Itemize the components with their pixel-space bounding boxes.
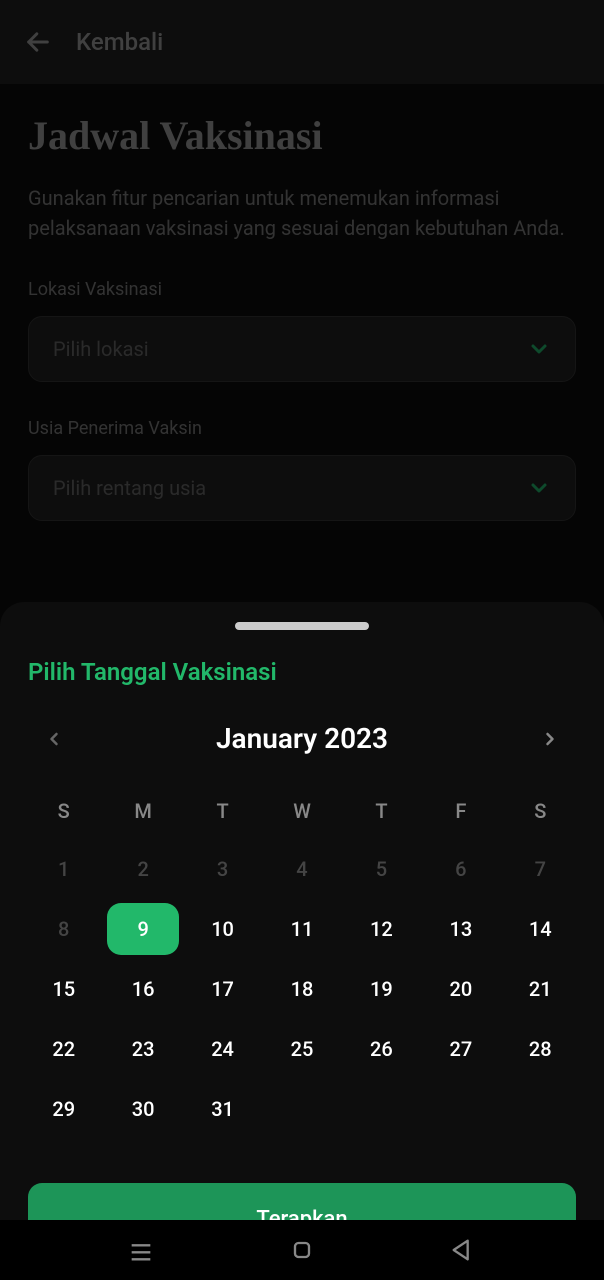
day-cell[interactable]: 15 [28,963,99,1015]
day-cell[interactable]: 12 [346,903,417,955]
system-nav-bar [0,1220,604,1280]
day-cell: 7 [505,843,576,895]
day-cell[interactable]: 26 [346,1023,417,1075]
day-header: T [346,787,417,835]
day-cell[interactable]: 17 [187,963,258,1015]
day-cell: 6 [425,843,496,895]
day-header: F [425,787,496,835]
day-cell[interactable]: 25 [266,1023,337,1075]
sheet-title: Pilih Tanggal Vaksinasi [28,658,576,686]
drag-handle[interactable] [235,622,369,630]
day-cell[interactable]: 20 [425,963,496,1015]
day-cell[interactable]: 24 [187,1023,258,1075]
day-cell: 2 [107,843,178,895]
day-cell: 1 [28,843,99,895]
day-cell[interactable]: 27 [425,1023,496,1075]
day-cell[interactable]: 9 [107,903,178,955]
day-cell[interactable]: 30 [107,1083,178,1135]
day-cell[interactable]: 11 [266,903,337,955]
day-header: T [187,787,258,835]
day-header: M [107,787,178,835]
day-header: S [28,787,99,835]
day-cell[interactable]: 13 [425,903,496,955]
day-header: W [266,787,337,835]
prev-month-button[interactable] [44,729,64,749]
back-nav-icon[interactable] [449,1236,477,1264]
day-cell[interactable]: 19 [346,963,417,1015]
day-cell[interactable]: 28 [505,1023,576,1075]
calendar-grid: SMTWTFS123456789101112131415161718192021… [28,787,576,1135]
day-header: S [505,787,576,835]
day-cell[interactable]: 16 [107,963,178,1015]
day-cell: 8 [28,903,99,955]
day-cell[interactable]: 14 [505,903,576,955]
day-cell[interactable]: 10 [187,903,258,955]
day-cell: 5 [346,843,417,895]
month-label: January 2023 [216,722,388,755]
day-cell[interactable]: 31 [187,1083,258,1135]
home-icon[interactable] [288,1236,316,1264]
calendar-header: January 2023 [28,722,576,755]
next-month-button[interactable] [540,729,560,749]
day-cell: 4 [266,843,337,895]
day-cell[interactable]: 18 [266,963,337,1015]
date-picker-sheet: Pilih Tanggal Vaksinasi January 2023 SMT… [0,602,604,1280]
day-cell[interactable]: 22 [28,1023,99,1075]
day-cell[interactable]: 29 [28,1083,99,1135]
day-cell[interactable]: 23 [107,1023,178,1075]
recents-icon[interactable] [127,1236,155,1264]
day-cell: 3 [187,843,258,895]
day-cell[interactable]: 21 [505,963,576,1015]
